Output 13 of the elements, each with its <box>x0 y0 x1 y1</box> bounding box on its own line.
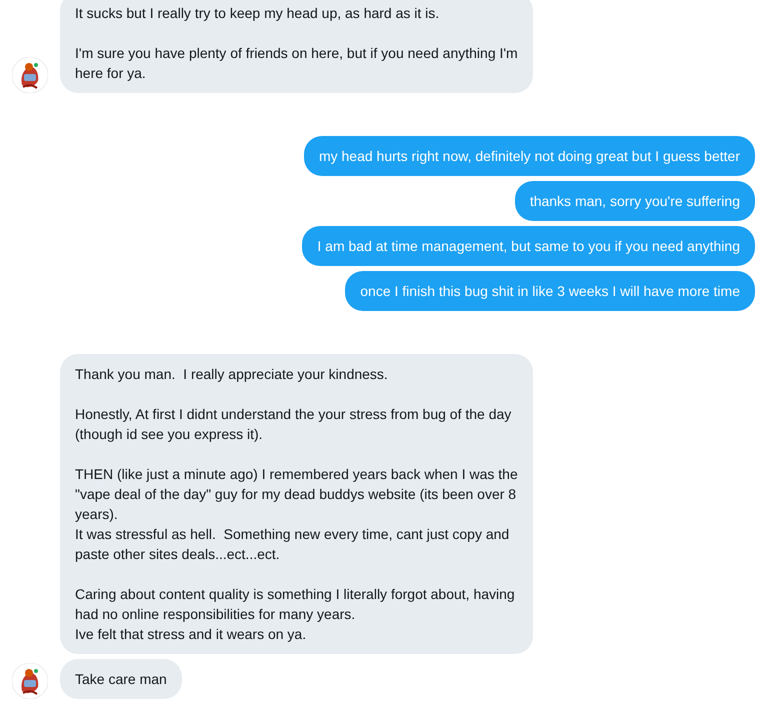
message-text: thanks man, sorry you're suffering <box>530 192 740 211</box>
message-text: THEN (like just a minute ago) I remembered years back when I was the "vape deal of the day" guy for my dead buddys website (its been over 8 years). It was stressful as hell. Something new every time, cant just copy and paste other sites deals...ect...ect. <box>75 465 518 564</box>
message-text: Honestly, At first I didnt understand the your stress from bug of the day (though id see you express it). <box>75 405 512 444</box>
message-text: Take care man <box>75 670 167 689</box>
message-text: my head hurts right now, definitely not doing great but I guess better <box>318 147 740 166</box>
avatar <box>12 57 48 93</box>
message-text: It sucks but I really try to keep my head up, as hard as it is. <box>75 4 440 23</box>
message-text: Caring about content quality is something I literally forgot about, having had no online responsibilities for many years. Ive felt that stress and it wears on ya. <box>75 585 516 644</box>
avatar <box>12 663 48 699</box>
message-text: Thank you man. I really appreciate your kindness. <box>75 365 389 384</box>
message-text: I am bad at time management, but same to you if you need anything <box>317 237 740 256</box>
message-text: once I finish this bug shit in like 3 weeks I will have more time <box>360 282 740 301</box>
message-text: I'm sure you have plenty of friends on here, but if you need anything I'm here for ya. <box>75 44 518 83</box>
